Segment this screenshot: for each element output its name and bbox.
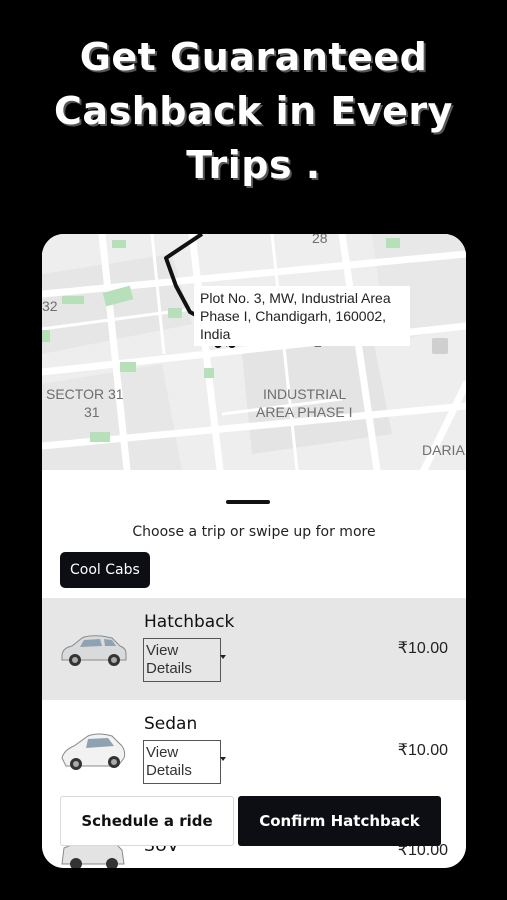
map-label-32: 32 — [42, 298, 58, 314]
map-view[interactable]: 28 32 2 SECTOR 31 31 INDUSTRIAL AREA PHA… — [42, 234, 466, 470]
ride-price: ₹10.00 — [397, 742, 448, 759]
address-line-2: Phase I, Chandigarh, 160002, — [200, 308, 387, 324]
view-details-button[interactable]: View Details — [143, 740, 221, 784]
promo-line-1: Get Guaranteed — [79, 35, 428, 79]
confirm-ride-button[interactable]: Confirm Hatchback — [238, 796, 441, 846]
promo-line-2: Cashback in Every — [54, 89, 453, 133]
map-graphics — [42, 234, 466, 470]
sheet-drag-handle[interactable] — [226, 500, 270, 504]
map-label-daria: DARIA — [422, 442, 465, 458]
phone-screen: 28 32 2 SECTOR 31 31 INDUSTRIAL AREA PHA… — [42, 234, 466, 868]
sedan-car-icon — [61, 733, 126, 770]
map-label-sector: SECTOR 31 — [46, 386, 124, 402]
map-label-sector-num: 31 — [84, 404, 100, 420]
address-line-3: India — [200, 326, 231, 342]
map-label-industrial-2: AREA PHASE I — [256, 404, 353, 420]
ride-name: Hatchback — [144, 612, 235, 632]
map-label-28: 28 — [312, 234, 328, 246]
address-line-1: Plot No. 3, MW, Industrial Area — [200, 290, 391, 306]
ride-option-hatchback[interactable]: Hatchback View Details ₹10.00 — [42, 598, 466, 700]
dropdown-caret-icon — [220, 757, 226, 761]
schedule-ride-button[interactable]: Schedule a ride — [60, 796, 234, 846]
sheet-hint: Choose a trip or swipe up for more — [132, 524, 376, 540]
dropdown-caret-icon — [220, 655, 226, 659]
ride-name: Sedan — [144, 714, 198, 734]
pickup-address-bubble: Plot No. 3, MW, Industrial Area Phase I,… — [194, 286, 410, 346]
provider-chip[interactable]: Cool Cabs — [60, 552, 150, 588]
hatchback-car-icon — [61, 635, 127, 666]
promo-headline: Get Guaranteed Cashback in Every Trips . — [0, 30, 507, 192]
ride-option-sedan[interactable]: Sedan View Details ₹10.00 — [42, 700, 466, 802]
ride-price: ₹10.00 — [397, 640, 448, 657]
promo-line-3: Trips . — [186, 143, 321, 187]
view-details-button[interactable]: View Details — [143, 638, 221, 682]
map-label-industrial-1: INDUSTRIAL — [263, 386, 347, 402]
